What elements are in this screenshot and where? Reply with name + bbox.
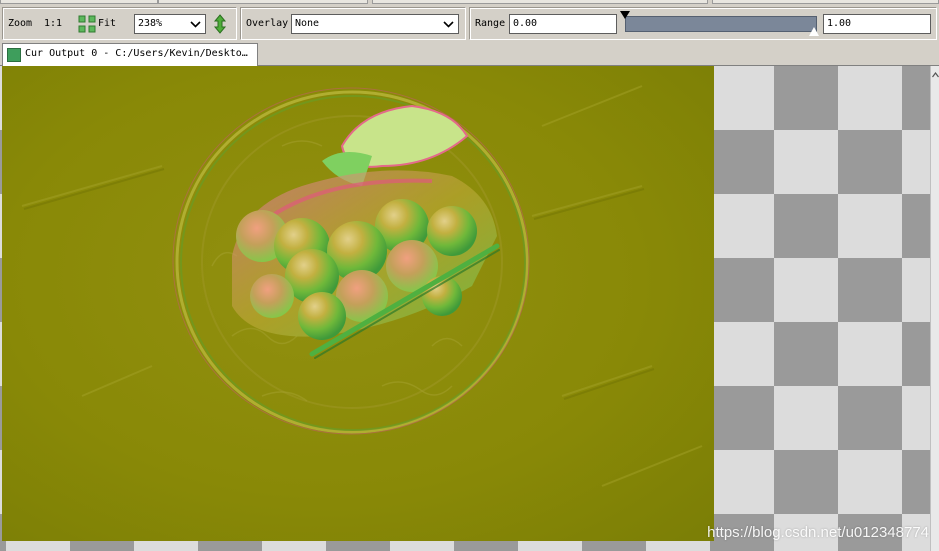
overlay-group: Overlay None bbox=[240, 7, 466, 40]
range-group: Range 0.00 1.00 bbox=[469, 7, 937, 40]
zoom-group: Zoom 1:1 Fit 238% bbox=[2, 7, 237, 40]
range-max-handle[interactable] bbox=[809, 27, 819, 36]
zoom-select[interactable]: 238% bbox=[134, 14, 206, 34]
texture-image bbox=[2, 66, 714, 541]
overlay-value: None bbox=[295, 18, 320, 29]
tab-title: Cur Output 0 - C:/Users/Kevin/Deskto… bbox=[25, 48, 248, 59]
fit-button[interactable]: Fit bbox=[98, 18, 116, 29]
overlay-select[interactable]: None bbox=[291, 14, 459, 34]
zoom-label: Zoom bbox=[8, 18, 33, 29]
tab-stub[interactable] bbox=[712, 0, 939, 4]
vertical-scrollbar[interactable] bbox=[930, 66, 939, 551]
zoom-value: 238% bbox=[138, 18, 163, 29]
watermark-text: https://blog.csdn.net/u012348774 bbox=[707, 524, 929, 541]
tab-stub[interactable] bbox=[0, 0, 158, 4]
chevron-down-icon[interactable] bbox=[187, 16, 204, 32]
range-min-handle[interactable] bbox=[620, 11, 630, 19]
scroll-up-arrow-icon[interactable] bbox=[932, 68, 939, 78]
swap-arrows-icon[interactable] bbox=[213, 14, 227, 34]
fit-to-window-icon[interactable] bbox=[78, 15, 96, 33]
overlay-label: Overlay bbox=[246, 18, 289, 29]
tab-stub[interactable] bbox=[372, 0, 708, 4]
texture-viewer-toolbar: Zoom 1:1 Fit 238% Overlay None Range 0.0… bbox=[0, 5, 939, 41]
range-slider-track[interactable] bbox=[625, 16, 817, 32]
range-min-input[interactable]: 0.00 bbox=[509, 14, 617, 34]
texture-viewport[interactable]: https://blog.csdn.net/u012348774 bbox=[0, 66, 939, 551]
range-max-input[interactable]: 1.00 bbox=[823, 14, 931, 34]
tab-cur-output[interactable]: Cur Output 0 - C:/Users/Kevin/Deskto… bbox=[2, 43, 258, 67]
range-label: Range bbox=[475, 18, 506, 29]
chevron-down-icon[interactable] bbox=[440, 16, 457, 32]
texture-viewer-icon bbox=[7, 48, 21, 62]
range-min-value: 0.00 bbox=[513, 18, 538, 29]
zoom-1to1-button[interactable]: 1:1 bbox=[44, 18, 62, 29]
range-max-value: 1.00 bbox=[827, 18, 852, 29]
tab-stub[interactable] bbox=[158, 0, 368, 4]
document-tab-strip: Cur Output 0 - C:/Users/Kevin/Deskto… bbox=[0, 41, 939, 67]
